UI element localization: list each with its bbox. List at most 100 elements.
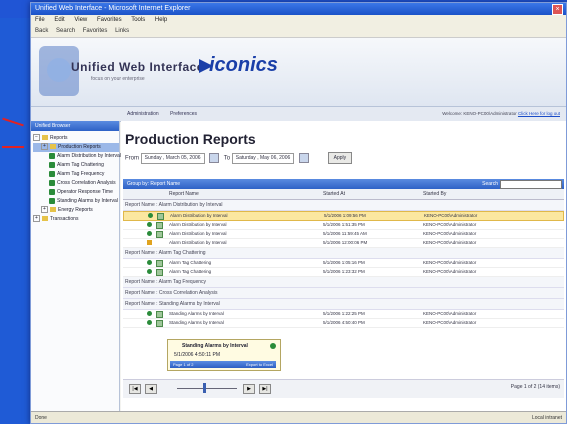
column-header-started-by[interactable]: Started By	[423, 189, 446, 199]
group-header[interactable]: Report Name : Alarm Tag Chattering	[123, 248, 564, 259]
menu-favorites[interactable]: Favorites	[97, 17, 122, 23]
group-header[interactable]: Report Name : Alarm Distribution by Inte…	[123, 200, 564, 211]
started-at-cell: 5/1/2006 4:50:40 PM	[323, 320, 365, 325]
group-header[interactable]: Report Name : Cross Correlation Analysis	[123, 288, 564, 299]
back-button[interactable]: Back	[35, 28, 48, 34]
calendar-icon[interactable]	[298, 153, 309, 163]
tab-administration[interactable]: Administration	[127, 111, 159, 117]
sidebar-tree-item[interactable]: − Reports	[33, 134, 119, 143]
sidebar-tree-item[interactable]: Alarm Tag Chattering	[33, 161, 119, 170]
menu-help[interactable]: Help	[155, 17, 167, 23]
expand-icon[interactable]: +	[41, 206, 48, 214]
menu-view[interactable]: View	[74, 17, 87, 23]
search-button[interactable]: Search	[56, 28, 75, 34]
export-excel-link[interactable]: Export to Excel	[246, 361, 273, 368]
group-header[interactable]: Report Name : Alarm Tag Frequency	[123, 277, 564, 288]
sidebar-tree-label: Transactions	[50, 216, 79, 222]
report-icon	[49, 152, 55, 159]
report-name-cell: Alarm Distribution by Interval	[170, 213, 228, 218]
folder-icon	[50, 144, 56, 150]
started-by-cell: KENO-PC00\Administrator	[423, 240, 477, 245]
report-name-cell: Alarm Tag Chattering	[169, 269, 212, 274]
view-report-icon[interactable]	[156, 231, 163, 238]
sidebar-tree-label: Reports	[50, 135, 68, 141]
page-info: Page 1 of 2 (14 items)	[510, 384, 560, 390]
report-icon	[49, 197, 55, 204]
table-row[interactable]: Alarm Distribution by Interval 5/1/2006 1…	[123, 230, 564, 239]
browser-statusbar: Done Local intranet	[31, 411, 566, 423]
view-report-icon[interactable]	[156, 320, 163, 327]
status-ok-icon	[147, 231, 152, 236]
started-at-cell: 5/1/2006 12:00:06 PM	[323, 240, 368, 245]
table-row[interactable]: Standing Alarms by Interval 5/1/2006 4:50…	[123, 319, 564, 328]
to-date-field[interactable]: Saturday , May 06, 2006	[231, 152, 295, 164]
calendar-icon[interactable]	[209, 153, 220, 163]
sidebar: Unified Browser − Reports + Production Repo…	[31, 121, 121, 411]
sidebar-tree-item[interactable]: Cross Correlation Analysis	[33, 179, 119, 188]
view-report-icon[interactable]	[157, 213, 164, 220]
sidebar-tree-item[interactable]: Alarm Tag Frequency	[33, 170, 119, 179]
sidebar-tree-item[interactable]: + Transactions	[33, 215, 119, 224]
links-button[interactable]: Links	[115, 28, 129, 34]
prev-page-button[interactable]: ◀	[145, 384, 157, 394]
status-ok-icon	[147, 260, 152, 265]
status-ok-icon	[147, 222, 152, 227]
view-report-icon[interactable]	[156, 222, 163, 229]
menu-tools[interactable]: Tools	[131, 17, 145, 23]
table-row[interactable]: Standing Alarms by Interval 5/1/2006 1:22…	[123, 310, 564, 319]
status-text: Done	[35, 415, 47, 421]
sidebar-tree-item[interactable]: Standing Alarms by Interval	[33, 197, 119, 206]
view-report-icon[interactable]	[156, 311, 163, 318]
last-page-button[interactable]: ▶|	[259, 384, 271, 394]
window-titlebar: Unified Web Interface - Microsoft Intern…	[31, 3, 566, 15]
logout-link[interactable]: Click Here for log out	[518, 111, 560, 116]
sidebar-tree-item[interactable]: + Production Reports	[33, 143, 119, 152]
sidebar-tree-item[interactable]: Operator Response Time	[33, 188, 119, 197]
column-header-report-name[interactable]: Report Name	[169, 189, 199, 199]
report-name-cell: Alarm Distribution by Interval	[169, 222, 227, 227]
started-at-cell: 5/1/2006 1:09:56 PM	[324, 213, 366, 218]
sidebar-tree-label: Alarm Tag Frequency	[57, 171, 105, 177]
group-header[interactable]: Report Name : Standing Alarms by Interva…	[123, 299, 564, 310]
page-slider-handle[interactable]	[203, 383, 206, 393]
column-header-started-at[interactable]: Started At	[323, 189, 345, 199]
next-page-button[interactable]: ▶	[243, 384, 255, 394]
report-name-cell: Standing Alarms by Interval	[169, 320, 224, 325]
tooltip-time: 5/1/2006 4:50:11 PM	[174, 352, 221, 358]
menu-file[interactable]: File	[35, 17, 45, 23]
expand-icon[interactable]: +	[41, 143, 48, 151]
search-input[interactable]	[500, 180, 562, 189]
group-by-label[interactable]: Group by: Report Name	[127, 179, 180, 189]
status-ok-icon	[147, 269, 152, 274]
report-name-cell: Alarm Distribution by Interval	[169, 240, 227, 245]
view-report-icon[interactable]	[156, 269, 163, 276]
view-report-icon[interactable]	[156, 260, 163, 267]
started-by-cell: KENO-PC00\Administrator	[423, 320, 477, 325]
collapse-icon[interactable]: −	[33, 134, 40, 142]
report-icon	[49, 170, 55, 177]
started-by-cell: KENO-PC00\Administrator	[423, 311, 477, 316]
date-range-row: From Sunday , March 05, 2006 To Saturday…	[125, 152, 353, 164]
table-row[interactable]: Alarm Distribution by Interval 5/1/2006 1…	[123, 239, 564, 248]
close-icon[interactable]: ×	[552, 4, 563, 15]
apply-button[interactable]: Apply	[327, 152, 353, 164]
first-page-button[interactable]: |◀	[129, 384, 141, 394]
table-row[interactable]: Alarm Distribution by Interval 5/1/2006 1…	[123, 211, 564, 221]
menu-edit[interactable]: Edit	[54, 17, 64, 23]
window-title: Unified Web Interface - Microsoft Intern…	[35, 5, 191, 12]
sidebar-tree-item[interactable]: Alarm Distribution by Interval	[33, 152, 121, 161]
page-slider-track[interactable]	[177, 388, 237, 389]
table-row[interactable]: Alarm Tag Chattering 5/1/2006 1:05:16 PM K…	[123, 259, 564, 268]
table-row[interactable]: Alarm Distribution by Interval 5/1/2006 1…	[123, 221, 564, 230]
status-ok-icon	[147, 320, 152, 325]
grid-pager: |◀ ◀ ▶ ▶| Page 1 of 2 (14 items)	[123, 379, 564, 398]
table-row[interactable]: Alarm Tag Chattering 5/1/2006 1:23:32 PM K…	[123, 268, 564, 277]
app-banner: Unified Web Interface focus on your ente…	[31, 38, 566, 107]
from-date-field[interactable]: Sunday , March 05, 2006	[140, 152, 205, 164]
tooltip-bar: Page 1 of 2 Export to Excel	[170, 361, 276, 368]
sidebar-tree-item[interactable]: + Energy Reports	[33, 206, 119, 215]
tab-preferences[interactable]: Preferences	[170, 111, 197, 117]
expand-icon[interactable]: +	[33, 215, 40, 223]
app-navbar: Administration Preferences Welcome: KENO…	[31, 107, 566, 122]
favorites-button[interactable]: Favorites	[83, 28, 108, 34]
